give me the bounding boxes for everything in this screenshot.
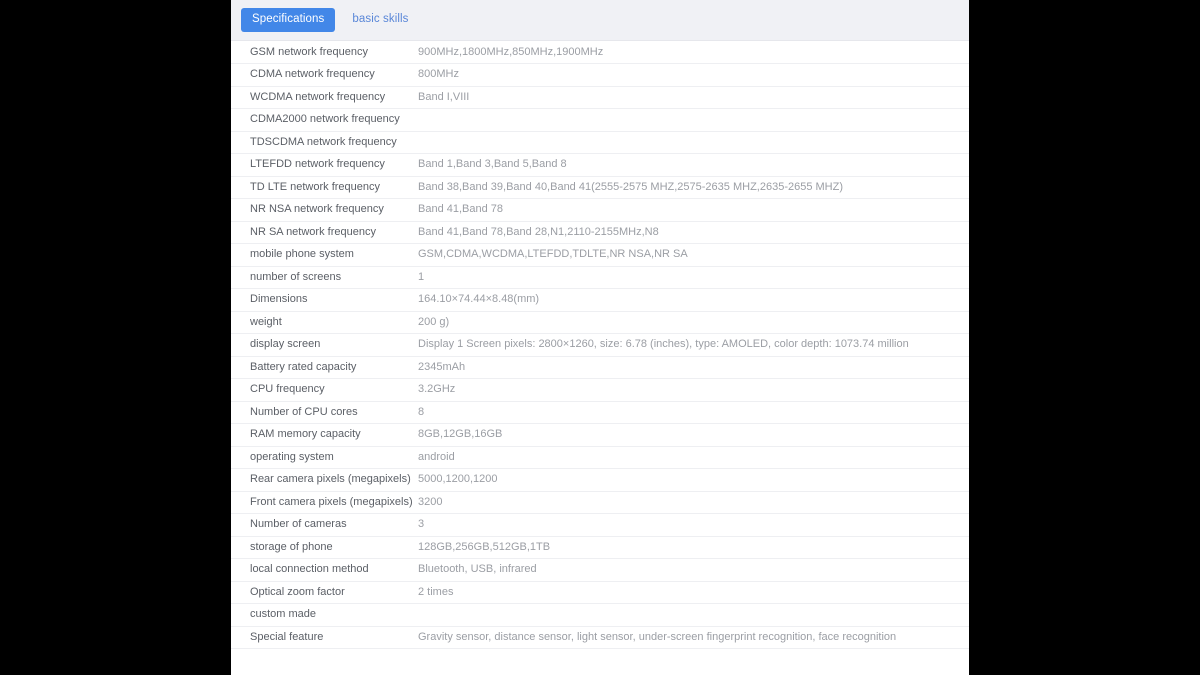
spec-label: Optical zoom factor: [231, 581, 417, 604]
table-row: weight 200 g): [231, 311, 969, 334]
table-row: Number of CPU cores 8: [231, 401, 969, 424]
spec-value: [417, 131, 969, 154]
specifications-table: GSM network frequency 900MHz,1800MHz,850M…: [231, 41, 969, 649]
spec-label: WCDMA network frequency: [231, 86, 417, 109]
spec-value: 3.2GHz: [417, 378, 969, 402]
spec-value: 8: [417, 401, 969, 424]
spec-label: CDMA network frequency: [231, 63, 417, 87]
spec-value: 164.10×74.44×8.48(mm): [417, 288, 969, 312]
spec-value: 5000,1200,1200: [417, 468, 969, 492]
spec-value: GSM,CDMA,WCDMA,LTEFDD,TDLTE,NR NSA,NR SA: [417, 243, 969, 267]
table-row: mobile phone system GSM,CDMA,WCDMA,LTEFDD…: [231, 243, 969, 267]
table-row: operating system android: [231, 446, 969, 469]
spec-label: custom made: [231, 603, 417, 627]
spec-label: NR NSA network frequency: [231, 198, 417, 222]
table-row: NR NSA network frequency Band 41,Band 78: [231, 198, 969, 222]
table-row: CPU frequency 3.2GHz: [231, 378, 969, 402]
spec-value: Band 38,Band 39,Band 40,Band 41(2555-257…: [417, 176, 969, 199]
page-root: Specifications basic skills GSM network f…: [0, 0, 1200, 675]
spec-label: Number of CPU cores: [231, 401, 417, 424]
spec-label: weight: [231, 311, 417, 334]
spec-value: Gravity sensor, distance sensor, light s…: [417, 626, 969, 649]
table-row: WCDMA network frequency Band I,VIII: [231, 86, 969, 109]
table-row: GSM network frequency 900MHz,1800MHz,850M…: [231, 41, 969, 64]
spec-label: NR SA network frequency: [231, 221, 417, 244]
spec-label: CPU frequency: [231, 378, 417, 402]
table-row: Optical zoom factor 2 times: [231, 581, 969, 604]
spec-label: storage of phone: [231, 536, 417, 559]
spec-label: operating system: [231, 446, 417, 469]
spec-value: 800MHz: [417, 63, 969, 87]
spec-label: Dimensions: [231, 288, 417, 312]
spec-label: local connection method: [231, 558, 417, 582]
specifications-table-body: GSM network frequency 900MHz,1800MHz,850M…: [231, 41, 969, 649]
spec-label: RAM memory capacity: [231, 423, 417, 447]
tab-bar: Specifications basic skills: [231, 0, 969, 41]
table-row: NR SA network frequency Band 41,Band 78,B…: [231, 221, 969, 244]
tab-basic-skills[interactable]: basic skills: [341, 8, 419, 33]
table-row: Dimensions 164.10×74.44×8.48(mm): [231, 288, 969, 312]
table-row: display screen Display 1 Screen pixels: 2…: [231, 333, 969, 357]
spec-value: Band 41,Band 78,Band 28,N1,2110-2155MHz,…: [417, 221, 969, 244]
spec-value: android: [417, 446, 969, 469]
spec-value: 3200: [417, 491, 969, 514]
spec-label: mobile phone system: [231, 243, 417, 267]
spec-label: number of screens: [231, 266, 417, 289]
table-row: local connection method Bluetooth, USB, i…: [231, 558, 969, 582]
table-row: number of screens 1: [231, 266, 969, 289]
table-row: custom made: [231, 603, 969, 627]
spec-label: GSM network frequency: [231, 41, 417, 64]
spec-label: TDSCDMA network frequency: [231, 131, 417, 154]
spec-value: 900MHz,1800MHz,850MHz,1900MHz: [417, 41, 969, 64]
spec-value: Bluetooth, USB, infrared: [417, 558, 969, 582]
table-row: Number of cameras 3: [231, 513, 969, 537]
spec-label: Rear camera pixels (megapixels): [231, 468, 417, 492]
table-row: CDMA network frequency 800MHz: [231, 63, 969, 87]
table-row: Rear camera pixels (megapixels) 5000,1200…: [231, 468, 969, 492]
spec-label: Special feature: [231, 626, 417, 649]
spec-label: Front camera pixels (megapixels): [231, 491, 417, 514]
spec-value: Band 1,Band 3,Band 5,Band 8: [417, 153, 969, 177]
spec-value: 2345mAh: [417, 356, 969, 379]
spec-value: Display 1 Screen pixels: 2800×1260, size…: [417, 333, 969, 357]
table-row: TDSCDMA network frequency: [231, 131, 969, 154]
table-row: CDMA2000 network frequency: [231, 108, 969, 132]
table-row: Front camera pixels (megapixels) 3200: [231, 491, 969, 514]
spec-value: Band I,VIII: [417, 86, 969, 109]
table-row: storage of phone 128GB,256GB,512GB,1TB: [231, 536, 969, 559]
table-row: LTEFDD network frequency Band 1,Band 3,Ba…: [231, 153, 969, 177]
spec-value: 3: [417, 513, 969, 537]
table-row: TD LTE network frequency Band 38,Band 39,…: [231, 176, 969, 199]
spec-value: 200 g): [417, 311, 969, 334]
spec-label: TD LTE network frequency: [231, 176, 417, 199]
tab-specifications[interactable]: Specifications: [241, 7, 336, 33]
spec-value: 128GB,256GB,512GB,1TB: [417, 536, 969, 559]
spec-value: [417, 603, 969, 627]
spec-label: LTEFDD network frequency: [231, 153, 417, 177]
spec-label: CDMA2000 network frequency: [231, 108, 417, 132]
spec-value: 2 times: [417, 581, 969, 604]
table-row: Battery rated capacity 2345mAh: [231, 356, 969, 379]
spec-value: [417, 108, 969, 132]
spec-label: Number of cameras: [231, 513, 417, 537]
spec-value: 1: [417, 266, 969, 289]
spec-label: Battery rated capacity: [231, 356, 417, 379]
table-row: Special feature Gravity sensor, distance …: [231, 626, 969, 649]
spec-value: Band 41,Band 78: [417, 198, 969, 222]
spec-value: 8GB,12GB,16GB: [417, 423, 969, 447]
specifications-panel: Specifications basic skills GSM network f…: [231, 0, 969, 675]
table-row: RAM memory capacity 8GB,12GB,16GB: [231, 423, 969, 447]
spec-label: display screen: [231, 333, 417, 357]
